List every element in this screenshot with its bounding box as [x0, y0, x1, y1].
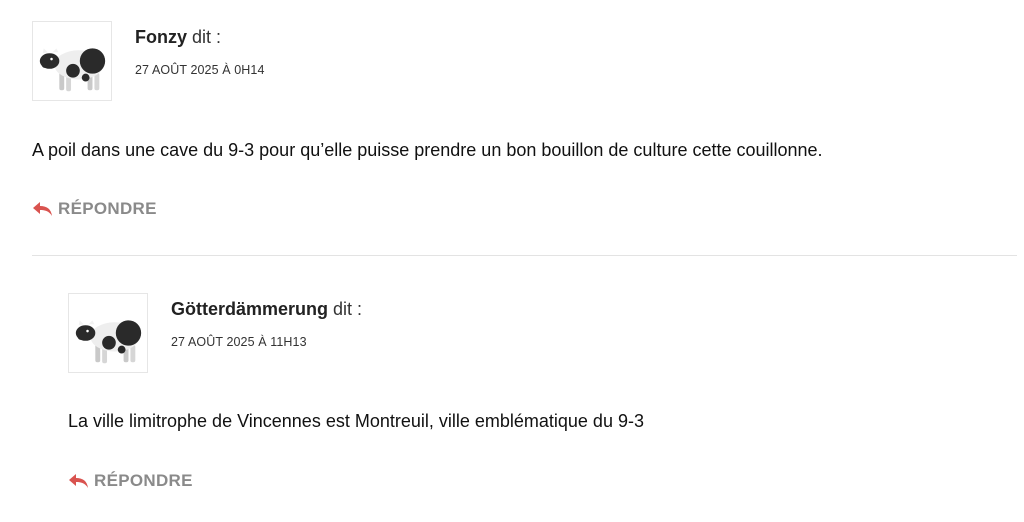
- comment-said: dit :: [333, 299, 363, 319]
- author-line: Fonzy dit :: [135, 27, 265, 47]
- comment-text: A poil dans une cave du 9-3 pour qu’elle…: [32, 140, 823, 160]
- reply-arrow-icon: [69, 474, 88, 488]
- avatar[interactable]: [32, 21, 112, 101]
- cow-icon: [39, 48, 106, 92]
- comment-text: La ville limitrophe de Vincennes est Mon…: [68, 411, 644, 431]
- comment-author[interactable]: Götterdämmerung: [171, 299, 328, 319]
- reply-button[interactable]: RÉPONDRE: [32, 199, 157, 219]
- cow-icon: [75, 320, 142, 364]
- reply-label: RÉPONDRE: [94, 471, 193, 490]
- comment-date[interactable]: 27 AOÛT 2025 À 11H13: [171, 335, 362, 349]
- reply-button[interactable]: RÉPONDRE: [68, 471, 193, 491]
- reply-label: RÉPONDRE: [58, 199, 157, 218]
- comment-date[interactable]: 27 AOÛT 2025 À 0H14: [135, 63, 265, 77]
- reply-arrow-icon: [33, 202, 52, 216]
- author-line: Götterdämmerung dit :: [171, 299, 362, 319]
- comment-meta: Götterdämmerung dit : 27 AOÛT 2025 À 11H…: [171, 299, 362, 349]
- comment-divider: [32, 255, 1017, 256]
- comment-author[interactable]: Fonzy: [135, 27, 187, 47]
- comment-meta: Fonzy dit : 27 AOÛT 2025 À 0H14: [135, 27, 265, 77]
- comment-said: dit :: [192, 27, 222, 47]
- avatar[interactable]: [68, 293, 148, 373]
